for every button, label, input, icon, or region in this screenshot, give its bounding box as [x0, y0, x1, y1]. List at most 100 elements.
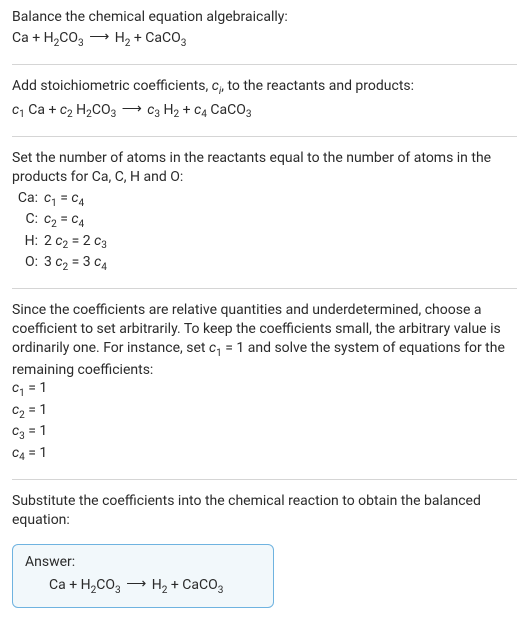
sub-3: 3 — [115, 585, 121, 596]
product-h: H — [164, 102, 174, 118]
step-2-intro: Add stoichiometric coefficients, ci, to … — [12, 77, 517, 98]
reactant-co: CO — [92, 102, 111, 118]
plus: + — [45, 102, 60, 118]
eq: = — [68, 233, 83, 249]
sub-2: 2 — [86, 109, 92, 120]
c-sub: 3 — [101, 240, 107, 251]
balance-eqn: 3 c2 = 3 c4 — [44, 253, 107, 274]
coef-sub: i — [219, 86, 221, 97]
c3-sub: 3 — [154, 109, 160, 120]
c1-sub: 1 — [19, 109, 25, 120]
sub-2: 2 — [162, 585, 168, 596]
sub-3: 3 — [246, 109, 252, 120]
solution-row: c2 = 1 — [12, 401, 517, 422]
plus: + — [66, 577, 81, 593]
divider — [12, 136, 517, 137]
divider — [12, 64, 517, 65]
c4-sub: 4 — [201, 109, 207, 120]
answer-box: Answer: Ca + H2CO3 ⟶ H2 + CaCO3 — [12, 544, 274, 608]
eq: = — [68, 254, 83, 270]
c: c — [71, 211, 78, 227]
c: c — [209, 340, 216, 356]
balance-eqn: 2 c2 = 2 c3 — [44, 232, 107, 253]
sub-3: 3 — [181, 38, 187, 49]
sub-2: 2 — [174, 109, 180, 120]
c-sub: 4 — [79, 198, 85, 209]
c2: c — [60, 102, 67, 118]
step-2-equation: c1 Ca + c2 H2CO3 ⟶ c3 H2 + c4 CaCO3 — [12, 101, 517, 122]
sub-3: 3 — [218, 585, 224, 596]
divider — [12, 479, 517, 480]
step-5: Substitute the coefficients into the che… — [12, 492, 517, 530]
balance-eqn: c2 = c4 — [44, 210, 84, 231]
arrow-icon: ⟶ — [121, 576, 152, 592]
plus: + — [29, 30, 44, 46]
text: , to the reactants and products: — [221, 78, 414, 94]
plus: + — [179, 102, 194, 118]
solution-row: c1 = 1 — [12, 379, 517, 400]
c-sub: 2 — [62, 240, 68, 251]
solution-list: c1 = 1 c2 = 1 c3 = 1 c4 = 1 — [12, 379, 517, 465]
solution-row: c4 = 1 — [12, 444, 517, 465]
c: c — [71, 190, 78, 206]
plus: + — [130, 30, 145, 46]
product-caco: CaCO — [145, 30, 180, 46]
eq: = — [57, 190, 72, 206]
sub-2: 2 — [54, 38, 60, 49]
coef: 3 — [44, 254, 55, 270]
sub-3: 3 — [78, 38, 84, 49]
element-label: H: — [12, 232, 44, 253]
c2-sub: 2 — [67, 109, 73, 120]
table-row: H: 2 c2 = 2 c3 — [12, 232, 517, 253]
answer-title: Answer: — [25, 553, 261, 572]
text: Add stoichiometric coefficients, — [12, 78, 212, 94]
step-3-intro: Set the number of atoms in the reactants… — [12, 149, 517, 187]
product-h: H — [152, 577, 162, 593]
sub-2: 2 — [91, 585, 97, 596]
val: = 1 — [25, 423, 48, 439]
c-sub: 2 — [62, 262, 68, 273]
reactant-h: H — [44, 30, 54, 46]
plus: + — [167, 577, 182, 593]
step-1-intro: Balance the chemical equation algebraica… — [12, 8, 517, 27]
reactant-ca: Ca — [12, 30, 29, 46]
reactant-h: H — [76, 102, 86, 118]
table-row: O: 3 c2 = 3 c4 — [12, 253, 517, 274]
step-3: Set the number of atoms in the reactants… — [12, 149, 517, 274]
eq: = — [57, 211, 72, 227]
atom-balance-table: Ca: c1 = c4 C: c2 = c4 H: 2 c2 = 2 c3 O:… — [12, 189, 517, 275]
c-sub: 1 — [19, 388, 25, 399]
element-label: C: — [12, 210, 44, 231]
step-4: Since the coefficients are relative quan… — [12, 301, 517, 465]
table-row: Ca: c1 = c4 — [12, 189, 517, 210]
val: = 1 — [25, 445, 48, 461]
product-h: H — [115, 30, 125, 46]
solution-row: c3 = 1 — [12, 422, 517, 443]
step-5-intro: Substitute the coefficients into the che… — [12, 492, 517, 530]
step-1: Balance the chemical equation algebraica… — [12, 8, 517, 50]
coef: 3 — [83, 254, 94, 270]
eq: = 1 — [222, 340, 245, 356]
element-label: Ca: — [12, 189, 44, 210]
divider — [12, 288, 517, 289]
coef-symbol: c — [212, 78, 219, 94]
step-1-equation: Ca + H2CO3 ⟶ H2 + CaCO3 — [12, 29, 517, 50]
product-caco: CaCO — [182, 577, 217, 593]
element-label: O: — [12, 253, 44, 274]
balance-eqn: c1 = c4 — [44, 189, 84, 210]
answer-equation: Ca + H2CO3 ⟶ H2 + CaCO3 — [25, 576, 261, 597]
coef: 2 — [83, 233, 94, 249]
reactant-co: CO — [59, 30, 78, 46]
c-sub: 3 — [19, 431, 25, 442]
c-sub: 4 — [101, 262, 107, 273]
c-sub: 1 — [216, 348, 222, 359]
val: = 1 — [25, 402, 48, 418]
reactant-h: H — [81, 577, 91, 593]
c-sub: 2 — [51, 219, 57, 230]
c-sub: 1 — [51, 198, 57, 209]
val: = 1 — [25, 380, 48, 396]
sub-2: 2 — [125, 38, 131, 49]
step-2: Add stoichiometric coefficients, ci, to … — [12, 77, 517, 122]
step-4-intro: Since the coefficients are relative quan… — [12, 301, 517, 379]
reactant-ca: Ca — [28, 102, 45, 118]
